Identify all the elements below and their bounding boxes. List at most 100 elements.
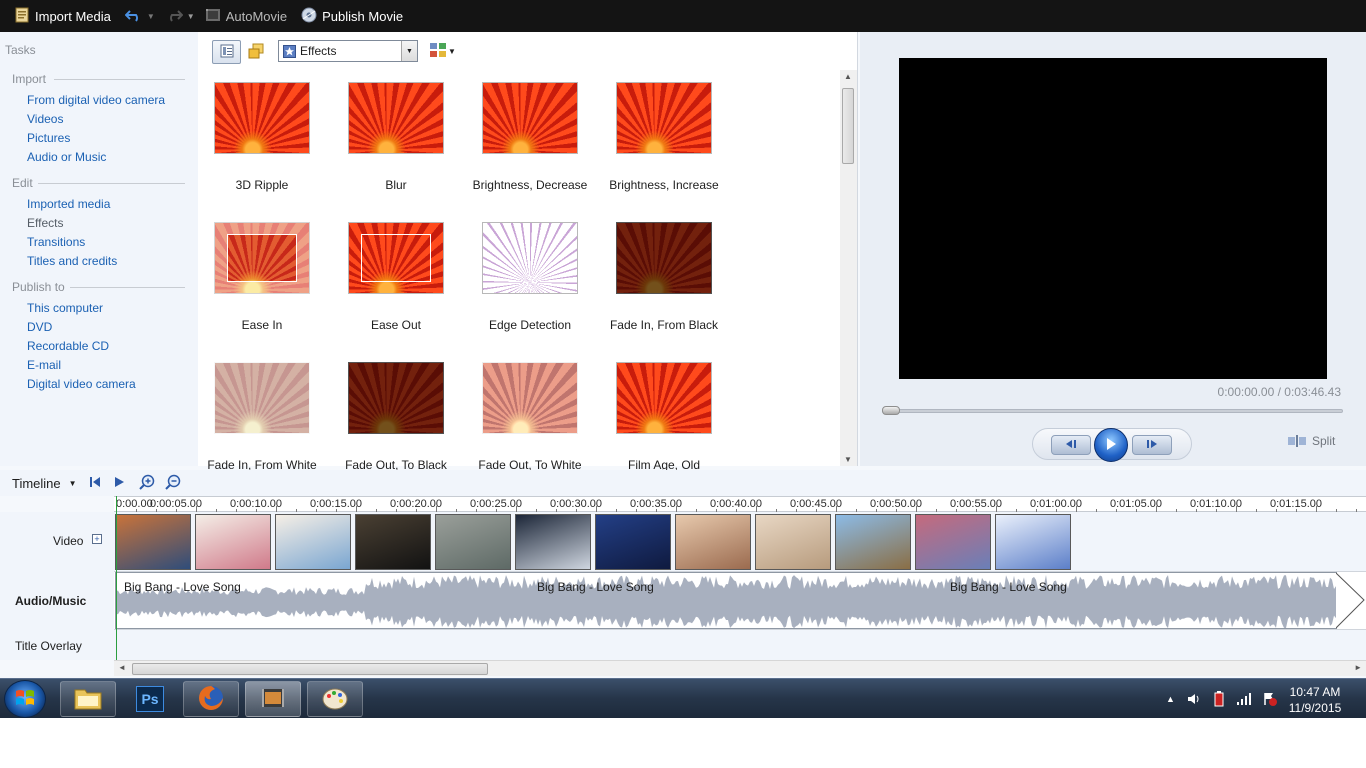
audio-track[interactable]: Big Bang - Love Song Big Bang - Love Son… [114, 572, 1366, 630]
task-dvd[interactable]: DVD [27, 320, 52, 334]
import-media-button[interactable]: Import Media [8, 0, 117, 32]
timeline-ruler[interactable]: 0:00.00 0:00:05.00 0:00:10.00 0:00:15.00 0:0… [114, 496, 1366, 512]
automovie-button[interactable]: AutoMovie [199, 0, 293, 32]
video-clip[interactable] [835, 514, 911, 570]
redo-dropdown-icon[interactable]: ▼ [187, 12, 195, 21]
taskbar-firefox[interactable] [183, 681, 239, 717]
preview-monitor[interactable] [899, 58, 1327, 379]
effects-dropdown[interactable]: Effects ▼ [278, 40, 418, 62]
video-clip[interactable] [675, 514, 751, 570]
effect-thumbnail [482, 362, 578, 434]
effect-label: Blur [385, 178, 407, 192]
playhead[interactable] [116, 496, 117, 660]
scroll-up-icon[interactable]: ▲ [844, 72, 852, 81]
title-overlay-track[interactable] [114, 630, 1366, 660]
task-titles-and-credits[interactable]: Titles and credits [27, 254, 117, 268]
effect-thumbnail [214, 362, 310, 434]
undo-button[interactable] [123, 0, 145, 32]
network-signal-icon[interactable] [1236, 693, 1251, 705]
clip-thumbnail [676, 515, 750, 569]
effect-tile[interactable]: Edge Detection [466, 222, 600, 352]
video-clip[interactable] [595, 514, 671, 570]
zoom-in-button[interactable] [138, 474, 155, 493]
video-track[interactable] [114, 512, 1366, 572]
effect-thumbnail [348, 222, 444, 294]
scroll-right-icon[interactable]: ► [1354, 663, 1362, 672]
seek-slider-handle[interactable] [882, 406, 900, 415]
effect-tile[interactable]: Brightness, Increase [600, 82, 734, 212]
expand-video-track-icon[interactable]: + [92, 534, 102, 544]
task-this-computer[interactable]: This computer [27, 301, 103, 315]
effect-tile[interactable]: Brightness, Decrease [466, 82, 600, 212]
next-frame-button[interactable] [1132, 435, 1172, 455]
taskbar-paint[interactable] [307, 681, 363, 717]
effects-scrollbar[interactable]: ▲ ▼ [840, 70, 857, 466]
show-hidden-icons-icon[interactable]: ▲ [1166, 694, 1175, 704]
task-videos[interactable]: Videos [27, 112, 63, 126]
task-imported-media[interactable]: Imported media [27, 197, 110, 211]
taskbar-clock[interactable]: 10:47 AM 11/9/2015 [1282, 684, 1348, 716]
thumbnail-size-button[interactable]: ▼ [430, 43, 456, 60]
previous-frame-button[interactable] [1051, 435, 1091, 455]
task-audio-or-music[interactable]: Audio or Music [27, 150, 106, 164]
scrollbar-thumb[interactable] [132, 663, 488, 675]
effect-tile[interactable]: Blur [332, 82, 466, 212]
split-button[interactable]: Split [1288, 434, 1335, 448]
task-transitions[interactable]: Transitions [27, 235, 85, 249]
seek-bar[interactable] [882, 409, 1343, 413]
zoom-out-button[interactable] [164, 474, 181, 493]
undo-dropdown-icon[interactable]: ▼ [147, 12, 155, 21]
video-clip[interactable] [915, 514, 991, 570]
task-pictures[interactable]: Pictures [27, 131, 70, 145]
effect-label: Ease In [241, 318, 283, 332]
effect-tile[interactable]: 3D Ripple [198, 82, 332, 212]
taskbar-movie-maker[interactable] [245, 681, 301, 717]
thumbnail-size-icon [430, 43, 446, 60]
effect-tile[interactable]: Ease Out [332, 222, 466, 352]
video-clip[interactable] [115, 514, 191, 570]
play-button[interactable] [1094, 428, 1128, 462]
publish-movie-label: Publish Movie [322, 8, 404, 24]
audio-clip[interactable]: Big Bang - Love Song Big Bang - Love Son… [115, 572, 1337, 629]
effect-tile[interactable]: Fade In, From Black [600, 222, 734, 352]
scroll-left-icon[interactable]: ◄ [118, 663, 126, 672]
taskbar-photoshop[interactable]: Ps [122, 681, 178, 717]
volume-icon[interactable] [1187, 692, 1201, 706]
clip-thumbnail [276, 515, 350, 569]
thumbnails-view-button[interactable] [244, 40, 268, 64]
scroll-down-icon[interactable]: ▼ [844, 455, 852, 464]
audio-track-label: Audio/Music [15, 594, 87, 608]
video-clip[interactable] [515, 514, 591, 570]
timeline-label: Timeline [12, 475, 61, 491]
scrollbar-thumb[interactable] [842, 88, 854, 164]
action-center-alert-icon[interactable] [1263, 692, 1277, 706]
video-clip[interactable] [995, 514, 1071, 570]
timeline-view-dropdown[interactable]: Timeline ▼ [12, 476, 77, 491]
publish-movie-button[interactable]: Publish Movie [295, 0, 409, 32]
redo-button[interactable] [163, 0, 185, 32]
video-clip[interactable] [435, 514, 511, 570]
clip-thumbnail [916, 515, 990, 569]
task-digital-video-camera[interactable]: Digital video camera [27, 377, 136, 391]
task-recordable-cd[interactable]: Recordable CD [27, 339, 109, 353]
task-e-mail[interactable]: E-mail [27, 358, 61, 372]
video-clip[interactable] [355, 514, 431, 570]
taskbar-explorer[interactable] [60, 681, 116, 717]
start-button[interactable] [4, 680, 46, 718]
ruler-tick-label: 0:00:40.00 [710, 498, 762, 510]
effect-label: Fade In, From Black [609, 318, 719, 332]
video-clip[interactable] [195, 514, 271, 570]
details-view-button[interactable] [212, 40, 241, 64]
play-timeline-button[interactable] [113, 476, 125, 491]
video-clip[interactable] [275, 514, 351, 570]
battery-alert-icon[interactable] [1213, 691, 1225, 707]
task-effects[interactable]: Effects [27, 216, 63, 230]
timeline-scrollbar[interactable]: ◄ ► [114, 660, 1366, 676]
ruler-tick-label: 0:00:10.00 [230, 498, 282, 510]
video-clip[interactable] [755, 514, 831, 570]
task-from-digital-video-camera[interactable]: From digital video camera [27, 93, 165, 107]
rewind-timeline-button[interactable] [89, 476, 101, 491]
effect-thumbnail [348, 362, 444, 434]
effect-tile[interactable]: Ease In [198, 222, 332, 352]
effect-thumbnail [616, 222, 712, 294]
